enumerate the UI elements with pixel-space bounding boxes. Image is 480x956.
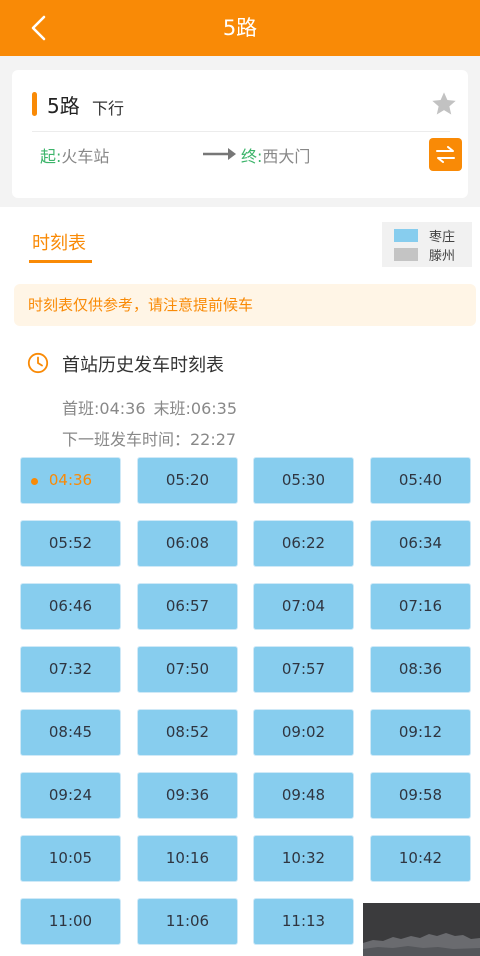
departure-time-label: 05:40 [398,471,443,489]
departure-time-label: 08:45 [48,723,93,741]
departure-time-label: 09:02 [281,723,326,741]
departure-time-button[interactable]: 10:16 [137,835,238,882]
departure-time-button[interactable]: 08:45 [20,709,121,756]
departure-time-button[interactable]: 08:52 [137,709,238,756]
timetable-section: 时刻表 枣庄 滕州 时刻表仅供参考，请注意提前候车 首站历史发车时刻表 首班:0… [0,207,480,956]
departure-time-button[interactable]: 05:20 [137,457,238,504]
departure-time-label: 10:42 [398,849,443,867]
route-accent-bar [32,92,37,116]
swap-direction-button[interactable] [429,138,462,171]
arrow-right-icon [203,148,236,160]
route-direction: 下行 [92,99,125,118]
departure-time-label: 07:57 [281,660,326,678]
next-bus-time: 下一班发车时间：22:27 [62,430,237,449]
legend-label-zaozhuang: 枣庄 [429,230,456,245]
departure-time-button[interactable]: 09:12 [370,709,471,756]
departure-time-label: 09:24 [48,786,93,804]
departure-time-label: 09:36 [165,786,210,804]
clock-icon [27,352,49,374]
route-info-card: 5路 下行 起:火车站 终:西大门 [12,70,468,198]
departure-time-label: 04:36 [48,471,93,489]
notice-text: 时刻表仅供参考，请注意提前候车 [28,296,254,314]
departure-time-button[interactable]: 07:57 [253,646,354,693]
departure-time-button[interactable]: 06:08 [137,520,238,567]
departure-time-label: 06:46 [48,597,93,615]
schedule-title: 首站历史发车时刻表 [62,355,224,376]
terminal-stop-name: 西大门 [262,147,311,166]
departure-time-button[interactable]: 09:48 [253,772,354,819]
departure-time-label: 07:50 [165,660,210,678]
departure-time-label: 07:16 [398,597,443,615]
terminal-tag: 终: [241,147,263,166]
departure-time-button[interactable]: 09:36 [137,772,238,819]
departure-time-button[interactable]: 06:57 [137,583,238,630]
departure-time-button[interactable]: 08:36 [370,646,471,693]
legend-label-tengzhou: 滕州 [429,249,456,264]
departure-time-button[interactable]: 07:16 [370,583,471,630]
legend-swatch-zaozhuang [394,229,418,242]
departure-time-label: 11:13 [281,912,326,930]
departure-time-button[interactable]: 09:58 [370,772,471,819]
landscape-thumbnail-image [363,933,480,956]
departure-time-label: 09:58 [398,786,443,804]
departure-time-button[interactable]: 06:34 [370,520,471,567]
departure-time-button[interactable]: 11:13 [253,898,354,945]
departure-time-label: 10:32 [281,849,326,867]
departure-time-button[interactable]: 05:30 [253,457,354,504]
app-header: 5路 [0,0,480,56]
page-title: 5路 [222,16,258,40]
legend: 枣庄 滕州 [382,222,472,267]
favorite-star-icon[interactable] [430,90,458,118]
departure-time-label: 11:06 [165,912,210,930]
departure-time-label: 08:52 [165,723,210,741]
route-name: 5路 [47,94,80,118]
floating-thumbnail[interactable] [363,903,480,956]
departure-time-button[interactable]: 10:42 [370,835,471,882]
departure-time-button[interactable]: 05:52 [20,520,121,567]
first-last-bus: 首班:04:36 末班:06:35 [62,395,245,419]
departure-time-label: 06:22 [281,534,326,552]
departure-time-button[interactable]: 06:46 [20,583,121,630]
departure-time-button[interactable]: 07:04 [253,583,354,630]
tab-indicator [29,260,92,263]
next-departure-dot [31,478,38,485]
departure-time-button[interactable]: 09:02 [253,709,354,756]
legend-swatch-tengzhou [394,248,418,261]
departure-time-button[interactable]: 10:32 [253,835,354,882]
tab-timetable[interactable]: 时刻表 [32,229,86,255]
departure-time-label: 07:32 [48,660,93,678]
last-bus-time: 末班:06:35 [153,399,238,418]
departure-time-label: 10:16 [165,849,210,867]
departure-time-button[interactable]: 06:22 [253,520,354,567]
departure-time-button[interactable]: 09:24 [20,772,121,819]
departure-time-label: 05:30 [281,471,326,489]
origin-tag: 起: [40,147,62,166]
origin-stop-name: 火车站 [61,147,110,166]
departure-time-label: 10:05 [48,849,93,867]
origin-stop: 起:火车站 [40,143,109,167]
departure-time-label: 11:00 [48,912,93,930]
departure-time-button[interactable]: 11:00 [20,898,121,945]
departure-time-button[interactable]: 07:32 [20,646,121,693]
departure-time-label: 06:57 [165,597,210,615]
departure-time-button[interactable]: 04:36 [20,457,121,504]
departure-time-label: 06:08 [165,534,210,552]
departure-time-label: 06:34 [398,534,443,552]
departure-time-label: 08:36 [398,660,443,678]
departure-time-label: 05:20 [165,471,210,489]
terminal-stop: 终:西大门 [241,143,310,167]
notice-banner: 时刻表仅供参考，请注意提前候车 [14,284,476,326]
departure-time-button[interactable]: 07:50 [137,646,238,693]
departure-time-label: 07:04 [281,597,326,615]
departure-time-label: 09:12 [398,723,443,741]
first-bus-time: 首班:04:36 [62,399,146,418]
divider [32,131,450,132]
departure-time-label: 05:52 [48,534,93,552]
departure-time-button[interactable]: 10:05 [20,835,121,882]
departure-time-label: 09:48 [281,786,326,804]
departure-time-button[interactable]: 11:06 [137,898,238,945]
swap-icon [436,146,455,163]
departure-time-button[interactable]: 05:40 [370,457,471,504]
